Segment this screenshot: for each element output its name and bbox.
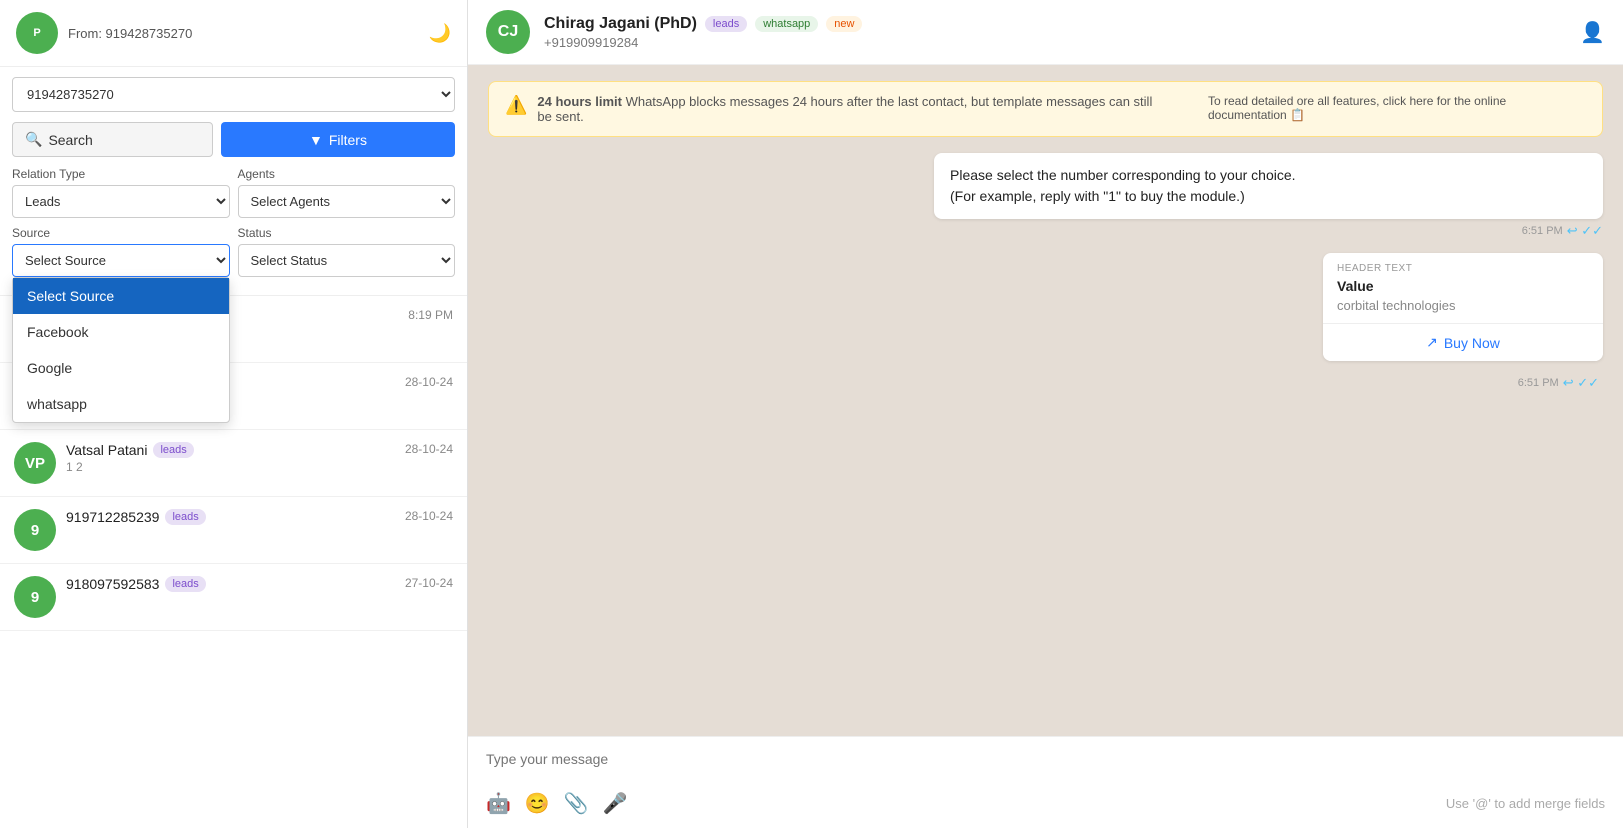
template-company: corbital technologies [1323,298,1603,323]
contact-info: Vatsal Patani leads 1 2 [66,442,395,474]
source-option-facebook[interactable]: Facebook [13,314,229,350]
contact-time: 28-10-24 [405,509,453,523]
sidebar-actions: 🔍 Search ▼ Filters [12,122,455,157]
contact-time: 8:19 PM [408,308,453,322]
status-group: Status Select Status [238,226,456,277]
contact-item[interactable]: VP Vatsal Patani leads 1 2 28-10-24 [0,430,467,497]
avatar: VP [14,442,56,484]
filter-row-1: Relation Type Leads Contacts Agents Sele… [12,167,455,218]
contact-name: 919712285239 [66,509,159,525]
warning-content: 24 hours limit WhatsApp blocks messages … [537,94,1168,124]
source-option-select[interactable]: Select Source [13,278,229,314]
agents-label: Agents [238,167,456,181]
source-select[interactable]: Select Source Facebook Google whatsapp [12,244,230,277]
warning-side: To read detailed ore all features, click… [1208,94,1586,122]
template-ticks: ↩ ✓✓ [1563,375,1599,391]
relation-type-label: Relation Type [12,167,230,181]
agents-select[interactable]: Select Agents [238,185,456,218]
filter-button[interactable]: ▼ Filters [221,122,455,157]
filter-row-2: Source Select Source Facebook Google wha… [12,226,455,277]
chat-messages: ⚠️ 24 hours limit WhatsApp blocks messag… [468,65,1623,736]
source-dropdown-options: Select Source Facebook Google whatsapp [12,277,230,423]
contact-item[interactable]: 9 919712285239 leads 28-10-24 [0,497,467,564]
relation-type-group: Relation Type Leads Contacts [12,167,230,218]
template-header-value: Value [1323,276,1603,298]
dark-mode-icon[interactable]: 🌙 [429,23,451,44]
merge-hint: Use '@' to add merge fields [1446,796,1605,811]
contact-name-row: 918097592583 leads [66,576,395,592]
chat-header: CJ Chirag Jagani (PhD) leads whatsapp ne… [468,0,1623,65]
warning-icon: ⚠️ [505,95,527,116]
tag-new: new [826,16,862,32]
bubble-time-row: 6:51 PM ↩ ✓✓ [934,223,1603,239]
avatar: 9 [14,509,56,551]
warning-bold: 24 hours limit [537,94,622,109]
phone-select[interactable]: 919428735270 [12,77,455,112]
template-header-label: Header Text [1323,253,1603,276]
contact-name-row: Vatsal Patani leads [66,442,395,458]
mic-icon[interactable]: 🎤 [603,791,628,816]
chat-toolbar: 🤖 😊 📎 🎤 Use '@' to add merge fields [468,783,1623,828]
contact-name: Vatsal Patani [66,442,147,458]
contact-name: 918097592583 [66,576,159,592]
chat-area: CJ Chirag Jagani (PhD) leads whatsapp ne… [468,0,1623,828]
chat-phone: +919909919284 [544,35,1566,50]
contact-item[interactable]: 9 918097592583 leads 27-10-24 [0,564,467,631]
source-option-whatsapp[interactable]: whatsapp [13,386,229,422]
app-logo: P [16,12,58,54]
contact-time: 28-10-24 [405,442,453,456]
message-line: (For example, reply with "1" to buy the … [950,186,1587,207]
contact-tag: leads [165,576,205,592]
chat-input-box [468,737,1623,783]
chat-header-info: Chirag Jagani (PhD) leads whatsapp new +… [544,15,1566,50]
warning-bar: ⚠️ 24 hours limit WhatsApp blocks messag… [488,81,1603,137]
filter-section: Relation Type Leads Contacts Agents Sele… [0,167,467,295]
from-number: From: 919428735270 [68,26,429,41]
bubble-content: Please select the number corresponding t… [934,153,1603,219]
contact-tag: leads [165,509,205,525]
attachment-icon[interactable]: 📎 [564,791,589,816]
avatar: 9 [14,576,56,618]
message-time: 6:51 PM [1522,225,1563,237]
tag-leads: leads [705,16,747,32]
template-time-row: 6:51 PM ↩ ✓✓ [1303,375,1603,397]
message-line: Please select the number corresponding t… [950,165,1587,186]
warning-text: 24 hours limit WhatsApp blocks messages … [537,94,1152,124]
sidebar: P From: 919428735270 🌙 919428735270 🔍 Se… [0,0,468,828]
share-icon: ↗ [1426,334,1438,351]
buy-now-button[interactable]: ↗ Buy Now [1323,323,1603,361]
contact-time: 27-10-24 [405,576,453,590]
source-option-google[interactable]: Google [13,350,229,386]
template-card: Header Text Value corbital technologies … [1323,253,1603,361]
status-select[interactable]: Select Status [238,244,456,277]
status-label: Status [238,226,456,240]
contact-name-row: 919712285239 leads [66,509,395,525]
phone-select-container: 919428735270 [12,77,455,112]
search-button[interactable]: 🔍 Search [12,122,213,157]
message-input[interactable] [486,751,1605,767]
message-bubble-incoming: Please select the number corresponding t… [934,153,1603,239]
chat-contact-name: Chirag Jagani (PhD) leads whatsapp new [544,15,1566,33]
template-card-container: Header Text Value corbital technologies … [1303,253,1603,397]
emoji-icon[interactable]: 😊 [525,791,550,816]
contact-sub: 1 2 [66,460,395,474]
user-icon[interactable]: 👤 [1580,20,1605,45]
chat-input-area: 🤖 😊 📎 🎤 Use '@' to add merge fields [468,736,1623,828]
contact-info: 918097592583 leads [66,576,395,592]
source-label: Source [12,226,230,240]
filter-icon: ▼ [309,132,323,148]
template-time: 6:51 PM [1518,377,1559,389]
agents-group: Agents Select Agents [238,167,456,218]
search-icon: 🔍 [25,131,42,148]
contact-tag: leads [153,442,193,458]
contact-info: 919712285239 leads [66,509,395,525]
source-group: Source Select Source Facebook Google wha… [12,226,230,277]
bot-icon[interactable]: 🤖 [486,791,511,816]
chat-avatar: CJ [486,10,530,54]
relation-type-select[interactable]: Leads Contacts [12,185,230,218]
contact-time: 28-10-24 [405,375,453,389]
sidebar-header: P From: 919428735270 🌙 [0,0,467,67]
tag-whatsapp: whatsapp [755,16,818,32]
double-tick-icon: ↩ ✓✓ [1567,223,1603,239]
